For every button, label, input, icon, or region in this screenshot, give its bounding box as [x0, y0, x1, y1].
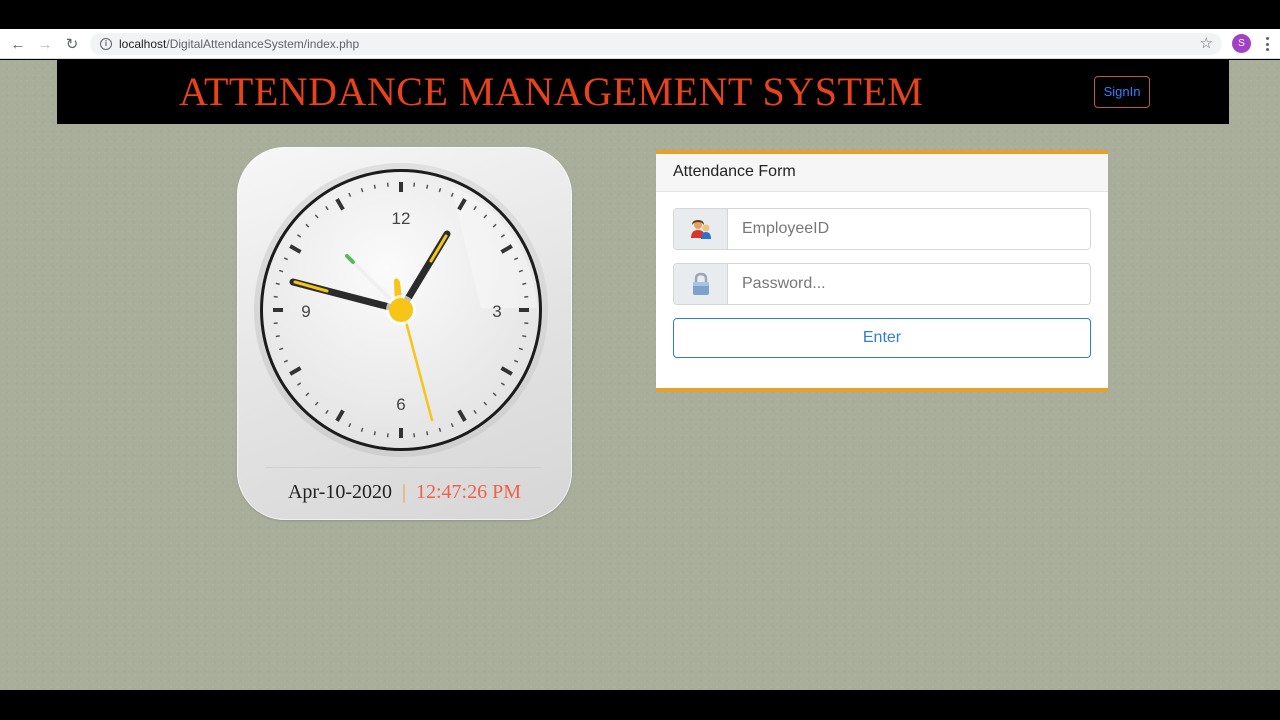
clock-minute-tick [426, 184, 429, 189]
url-text[interactable]: localhost/DigitalAttendanceSystem/index.… [119, 37, 359, 51]
browser-toolbar: ← → ↻ i localhost/DigitalAttendanceSyste… [0, 29, 1280, 59]
clock-center-cap [389, 298, 413, 322]
clock-date: Apr-10-2020 [287, 481, 392, 503]
clock-datetime: Apr-10-2020 | 12:47:26 PM [237, 481, 572, 504]
clock-time: 12:47:26 PM [416, 481, 522, 503]
clock-numeral-3: 3 [492, 302, 501, 321]
clock-numeral-12: 12 [392, 209, 411, 228]
employee-id-input[interactable] [728, 209, 1090, 249]
page-body: ATTENDANCE MANAGEMENT SYSTEM SignIn 12 3 [0, 60, 1280, 690]
clock-minute-tick [522, 335, 527, 338]
employee-id-field [673, 208, 1091, 250]
browser-menu-icon[interactable] [1261, 35, 1273, 53]
clock-minute-tick [426, 431, 429, 436]
profile-avatar[interactable]: S [1232, 34, 1251, 53]
forward-arrow-icon[interactable]: → [34, 33, 56, 55]
password-input[interactable] [728, 264, 1090, 304]
page-title: ATTENDANCE MANAGEMENT SYSTEM [179, 69, 924, 114]
signin-button[interactable]: SignIn [1094, 76, 1150, 108]
letterbox-bottom [0, 690, 1280, 720]
back-arrow-icon[interactable]: ← [7, 33, 29, 55]
clock-minute-tick [275, 335, 280, 338]
clock-widget: 12 3 6 9 Apr-10-2020 | 12:47:26 PM [237, 147, 572, 520]
bookmark-star-icon[interactable]: ☆ [1200, 34, 1213, 52]
site-header: ATTENDANCE MANAGEMENT SYSTEM SignIn [57, 60, 1229, 124]
reload-icon[interactable]: ↻ [61, 33, 83, 55]
url-host: localhost [119, 37, 167, 51]
lock-icon [674, 264, 728, 304]
address-bar[interactable]: i localhost/DigitalAttendanceSystem/inde… [90, 33, 1222, 55]
clock-minute-tick [522, 282, 527, 285]
info-icon[interactable]: i [100, 38, 112, 50]
password-field [673, 263, 1091, 305]
analog-clock-face: 12 3 6 9 [254, 163, 548, 457]
form-title: Attendance Form [656, 154, 1108, 192]
clock-separator: | [401, 481, 406, 503]
clock-numeral-9: 9 [301, 302, 310, 321]
users-icon [674, 209, 728, 249]
clock-minute-tick [373, 431, 376, 436]
clock-minute-tick [275, 282, 280, 285]
url-path: /DigitalAttendanceSystem/index.php [166, 37, 360, 51]
clock-divider [265, 467, 541, 468]
enter-button[interactable]: Enter [673, 318, 1091, 358]
letterbox-top [0, 0, 1280, 29]
clock-numeral-6: 6 [396, 395, 405, 414]
clock-minute-tick [373, 184, 376, 189]
attendance-form: Attendance Form EmployeeID Enter [656, 150, 1108, 392]
